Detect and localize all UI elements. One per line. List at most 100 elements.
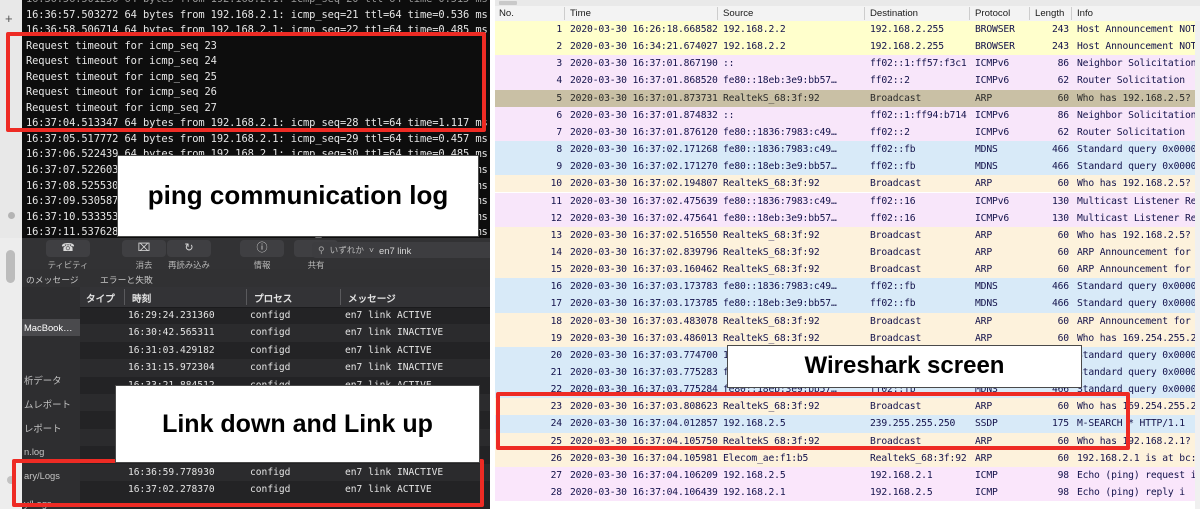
wireshark-column-divider[interactable] bbox=[969, 7, 970, 20]
packet-source: RealtekS_68:3f:92 bbox=[723, 92, 820, 104]
wireshark-column-header-protocol[interactable]: Protocol bbox=[975, 8, 1010, 19]
packet-row[interactable]: 10 2020-03-30 16:37:02.194807 RealtekS_68:… bbox=[495, 175, 1200, 193]
packet-info: Host Announcement NOTE bbox=[1077, 41, 1200, 53]
packet-row[interactable]: 5 2020-03-30 16:37:01.873731 RealtekS_68:3… bbox=[495, 89, 1200, 107]
wireshark-column-divider[interactable] bbox=[1029, 7, 1030, 20]
terminal-line: Request timeout for icmp_seq 25 bbox=[26, 70, 217, 83]
packet-row[interactable]: 14 2020-03-30 16:37:02.839796 RealtekS_68:… bbox=[495, 243, 1200, 262]
table-row[interactable]: 16:37:02.278370 configd en7 link ACTIVE bbox=[80, 481, 490, 498]
column-divider[interactable] bbox=[340, 289, 341, 305]
table-row[interactable]: 16:29:24.231360 configd en7 link ACTIVE bbox=[80, 307, 490, 324]
packet-row[interactable]: 3 2020-03-30 16:37:01.867190:: ff02::1:ff5… bbox=[495, 55, 1200, 73]
packet-row[interactable]: 7 2020-03-30 16:37:01.876120 fe80::1836:79… bbox=[495, 123, 1200, 142]
packet-row[interactable]: 12 2020-03-30 16:37:02.475641 fe80::18eb:3… bbox=[495, 209, 1200, 227]
packet-row[interactable]: 4 2020-03-30 16:37:01.868520 fe80::18eb:3e… bbox=[495, 72, 1200, 90]
packet-row[interactable]: 9 2020-03-30 16:37:02.171270 fe80::18eb:3e… bbox=[495, 158, 1200, 176]
sidebar-item[interactable]: レポート bbox=[22, 419, 80, 436]
packet-row[interactable]: 15 2020-03-30 16:37:03.160462 RealtekS_68:… bbox=[495, 261, 1200, 279]
packet-protocol: ICMP bbox=[975, 469, 998, 481]
wireshark-column-header-no[interactable]: No. bbox=[499, 8, 514, 19]
toolbar-button-activity[interactable]: ☎ ティビティ bbox=[46, 240, 90, 271]
packet-protocol: ICMPv6 bbox=[975, 126, 1010, 138]
packet-protocol: ARP bbox=[975, 401, 993, 413]
wireshark-window[interactable]: No. Time Source Destination Protocol Length In… bbox=[495, 0, 1200, 509]
filter-tab[interactable]: エラーと失敗 bbox=[100, 273, 153, 286]
search-input[interactable]: ⚲ いずれか ˅ en7 link bbox=[312, 242, 490, 258]
cell-message: en7 link INACTIVE bbox=[345, 327, 444, 339]
sidebar-item[interactable]: n.log bbox=[22, 443, 80, 460]
toolbar-button-clear[interactable]: ⌧ 消去 bbox=[122, 240, 166, 271]
packet-time: 2020-03-30 16:37:03.808623 bbox=[570, 401, 718, 413]
packet-row[interactable]: 27 2020-03-30 16:37:04.106209 192.168.2.5 1… bbox=[495, 466, 1200, 485]
wireshark-column-header-source[interactable]: Source bbox=[723, 8, 753, 19]
table-row[interactable]: 16:36:59.778930 configd en7 link INACTIVE bbox=[80, 463, 490, 481]
packet-row[interactable]: 17 2020-03-30 16:37:03.173785 fe80::18eb:3… bbox=[495, 295, 1200, 313]
toolbar-button-info[interactable]: ⓘ 情報 bbox=[240, 240, 284, 271]
packet-row[interactable]: 8 2020-03-30 16:37:02.171268 fe80::1836:79… bbox=[495, 141, 1200, 159]
console-app-window[interactable]: ☎ティビティ⌧消去↻再読み込みⓘ情報⇧共有⚲いずれか˅en7 link のメッセ… bbox=[0, 238, 490, 509]
info-icon: ⓘ bbox=[240, 240, 284, 257]
wireshark-column-header-time[interactable]: Time bbox=[570, 8, 591, 19]
terminal-left-gutter: + bbox=[0, 0, 23, 238]
column-header[interactable]: プロセス bbox=[254, 291, 292, 305]
packet-row[interactable]: 11 2020-03-30 16:37:02.475639 fe80::1836:7… bbox=[495, 192, 1200, 210]
cell-time: 16:31:03.429182 bbox=[128, 344, 215, 356]
packet-row[interactable]: 13 2020-03-30 16:37:02.516550 RealtekS_68:… bbox=[495, 226, 1200, 244]
packet-no: 1 bbox=[556, 24, 562, 35]
chevron-down-icon[interactable]: ˅ bbox=[369, 245, 374, 255]
packet-destination: Broadcast bbox=[870, 178, 922, 190]
table-row[interactable]: 16:31:15.972304 configd en7 link INACTIVE bbox=[80, 359, 490, 377]
packet-row[interactable]: 24 2020-03-30 16:37:04.012857 192.168.2.5 2… bbox=[495, 415, 1200, 433]
wireshark-column-divider[interactable] bbox=[564, 7, 565, 20]
packet-length: 466 bbox=[1051, 144, 1069, 156]
packet-protocol: MDNS bbox=[975, 298, 998, 310]
table-row[interactable]: 16:30:42.565311 configd en7 link INACTIVE bbox=[80, 324, 490, 342]
packet-row[interactable]: 6 2020-03-30 16:37:01.874832:: ff02::1:ff9… bbox=[495, 106, 1200, 124]
packet-row[interactable]: 18 2020-03-30 16:37:03.483078 RealtekS_68:… bbox=[495, 312, 1200, 330]
wireshark-vertical-scrollbar[interactable] bbox=[1195, 21, 1200, 509]
cell-process: configd bbox=[250, 362, 291, 374]
packet-row[interactable]: 1 2020-03-30 16:26:18.668582 192.168.2.2 19… bbox=[495, 21, 1200, 39]
sidebar-item[interactable]: MacBook… bbox=[22, 319, 80, 336]
scrollbar-thumb[interactable] bbox=[6, 250, 15, 283]
packet-source: :: bbox=[723, 109, 735, 121]
packet-row[interactable]: 16 2020-03-30 16:37:03.173783 fe80::1836:7… bbox=[495, 278, 1200, 296]
packet-row[interactable]: 25 2020-03-30 16:37:04.105750 RealtekS_68:… bbox=[495, 432, 1200, 450]
column-header[interactable]: メッセージ bbox=[348, 291, 396, 305]
packet-row[interactable]: 26 2020-03-30 16:37:04.105981 Elecom_ae:f1… bbox=[495, 449, 1200, 467]
pane-handle-icon[interactable] bbox=[499, 1, 517, 5]
column-divider[interactable] bbox=[246, 289, 247, 305]
packet-row[interactable]: 2 2020-03-30 16:34:21.674027 192.168.2.2 19… bbox=[495, 38, 1200, 56]
packet-no: 4 bbox=[556, 75, 562, 87]
filter-tab[interactable]: のメッセージ bbox=[26, 273, 79, 286]
table-row[interactable]: 16:31:03.429182 configd en7 link ACTIVE bbox=[80, 342, 490, 359]
wireshark-column-divider[interactable] bbox=[1071, 7, 1072, 20]
packet-destination: ff02::2 bbox=[870, 126, 910, 138]
sidebar-item[interactable]: ムレポート bbox=[22, 395, 80, 412]
packet-source: RealtekS_68:3f:92 bbox=[723, 229, 820, 241]
sidebar-item[interactable]: ary/Logs bbox=[22, 467, 80, 484]
wireshark-column-header-info[interactable]: Info bbox=[1077, 8, 1093, 19]
new-tab-icon[interactable]: + bbox=[5, 12, 13, 25]
sidebar-item[interactable]: 析データ bbox=[22, 371, 80, 388]
packet-length: 98 bbox=[1057, 469, 1070, 481]
wireshark-column-header-destination[interactable]: Destination bbox=[870, 8, 918, 19]
packet-row[interactable]: 23 2020-03-30 16:37:03.808623 RealtekS_68:… bbox=[495, 398, 1200, 416]
wireshark-column-divider[interactable] bbox=[864, 7, 865, 20]
wireshark-packet-list[interactable]: 1 2020-03-30 16:26:18.668582 192.168.2.2 19… bbox=[495, 21, 1200, 509]
sidebar-item[interactable]: y/Logs bbox=[22, 495, 80, 509]
packet-destination: Broadcast bbox=[870, 401, 922, 413]
column-header[interactable]: 時刻 bbox=[132, 291, 151, 305]
terminal-line: 16:36:57.503272 64 bytes from 192.168.2.… bbox=[26, 8, 488, 21]
column-header[interactable]: タイプ bbox=[86, 291, 115, 305]
toolbar-button-reload[interactable]: ↻ 再読み込み bbox=[167, 240, 211, 271]
column-divider[interactable] bbox=[124, 289, 125, 305]
wireshark-column-header[interactable]: No. Time Source Destination Protocol Length In… bbox=[495, 6, 1200, 22]
console-scrollbar[interactable] bbox=[0, 238, 23, 509]
wireshark-column-divider[interactable] bbox=[717, 7, 718, 20]
wireshark-column-header-length[interactable]: Length bbox=[1035, 8, 1064, 19]
sidebar-item[interactable] bbox=[22, 343, 80, 360]
search-scope-token[interactable]: いずれか bbox=[330, 244, 364, 256]
packet-row[interactable]: 28 2020-03-30 16:37:04.106439 192.168.2.1 1… bbox=[495, 484, 1200, 502]
cell-time: 16:36:59.778930 bbox=[128, 466, 215, 478]
